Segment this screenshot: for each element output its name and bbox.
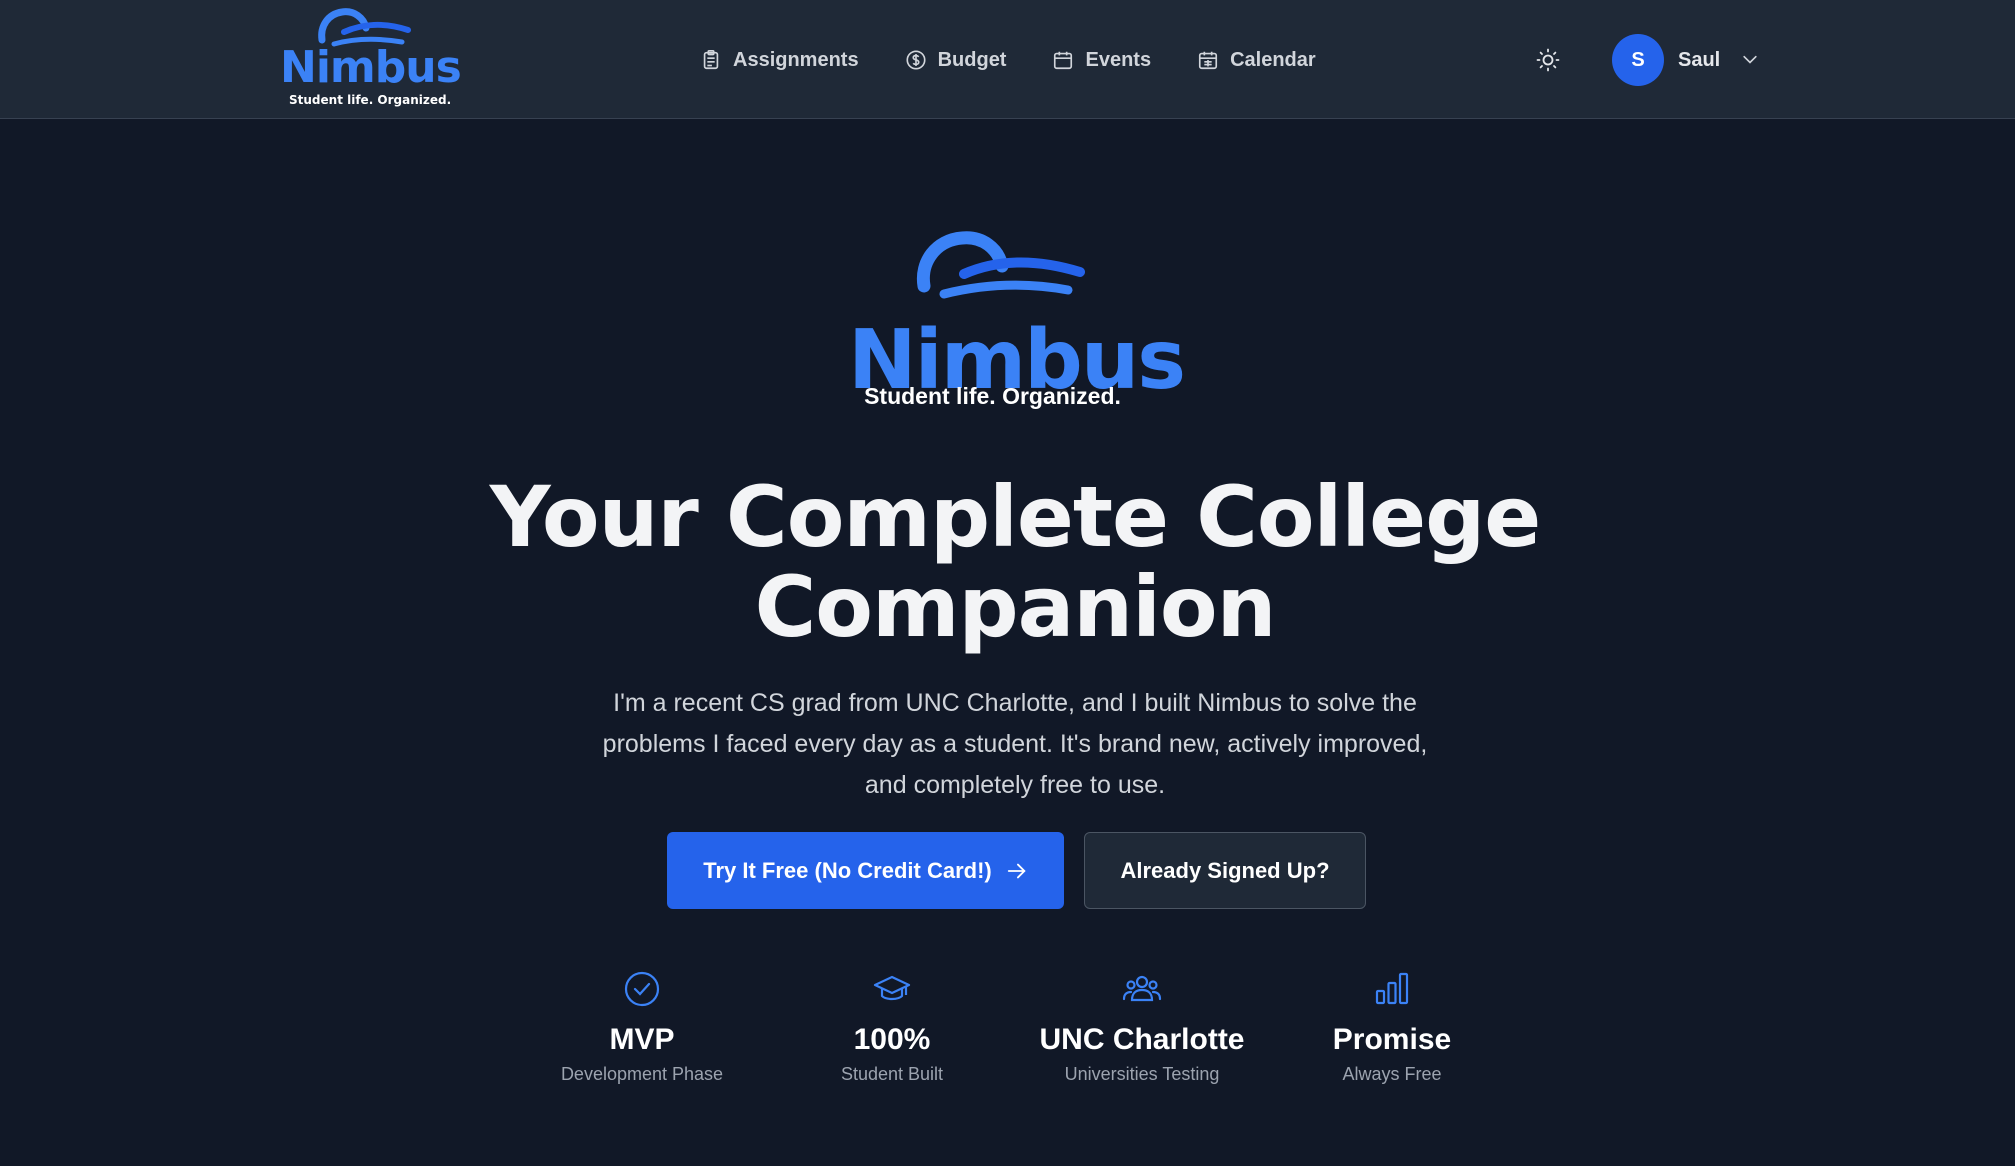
theme-toggle-button[interactable]: [1532, 44, 1564, 76]
stat-label: Development Phase: [560, 1064, 724, 1084]
chevron-down-icon[interactable]: [1740, 50, 1760, 70]
user-menu[interactable]: S Saul: [1612, 34, 1760, 86]
nav-item-assignments[interactable]: Assignments: [700, 49, 859, 72]
hero-description: I'm a recent CS grad from UNC Charlotte,…: [602, 689, 1428, 799]
brand-name: Nimbus: [280, 42, 462, 93]
already-signed-up-button[interactable]: Already Signed Up?: [1084, 832, 1366, 909]
stat-student-built: 100% Student Built: [767, 969, 1017, 1085]
stat-value: UNC Charlotte: [1039, 1023, 1245, 1056]
stat-universities-testing: UNC Charlotte Universities Testing: [1017, 969, 1267, 1085]
brand-tagline: Student life. Organized.: [289, 93, 452, 107]
nav-item-label: Budget: [937, 48, 1007, 71]
graduation-cap-icon: [873, 975, 911, 1001]
hero-title-line1: Your Complete College: [489, 468, 1541, 566]
bar-chart-icon: [1375, 972, 1409, 1005]
stat-label: Always Free: [1342, 1064, 1442, 1084]
stat-always-free: Promise Always Free: [1267, 969, 1517, 1085]
nav-item-events[interactable]: Events: [1052, 49, 1151, 72]
try-free-label: Try It Free (No Credit Card!): [703, 857, 992, 883]
stat-label: Student Built: [840, 1064, 944, 1084]
brand-logo-link[interactable]: Nimbus Student life. Organized.: [276, 4, 462, 110]
calendar-icon: [1054, 51, 1073, 70]
main-nav: Assignments Budget Events Calendar: [700, 40, 1316, 80]
hero-title-line2: Companion: [754, 558, 1277, 656]
clipboard-icon: [703, 50, 719, 70]
user-name[interactable]: Saul: [1678, 49, 1720, 72]
users-icon: [1122, 975, 1162, 1002]
nav-item-label: Calendar: [1230, 48, 1316, 71]
nav-item-budget[interactable]: Budget: [905, 48, 1007, 72]
stat-value: 100%: [853, 1023, 931, 1056]
top-navbar: Nimbus Student life. Organized. Assignme…: [0, 0, 2015, 119]
stat-value: Promise: [1332, 1023, 1452, 1056]
avatar[interactable]: S: [1612, 34, 1664, 86]
cloud-logo-icon: [916, 231, 1085, 299]
dollar-icon: [906, 50, 926, 70]
hero-title: Your Complete College Companion: [0, 472, 2015, 652]
calendar-grid-icon: [1199, 51, 1218, 70]
sun-icon: [1536, 48, 1560, 72]
hero-brand-tagline: Student life. Organized.: [864, 383, 1121, 409]
nav-item-label: Events: [1085, 48, 1152, 71]
stat-development-phase: MVP Development Phase: [517, 969, 767, 1085]
try-free-button[interactable]: Try It Free (No Credit Card!): [667, 832, 1064, 909]
stat-label: Universities Testing: [1064, 1064, 1220, 1084]
arrow-right-icon: [1007, 863, 1026, 878]
check-circle-icon: [624, 971, 660, 1007]
already-signed-up-label: Already Signed Up?: [1120, 857, 1330, 883]
stat-value: MVP: [609, 1023, 675, 1056]
nav-item-label: Assignments: [733, 48, 859, 71]
nav-item-calendar[interactable]: Calendar: [1197, 49, 1316, 72]
